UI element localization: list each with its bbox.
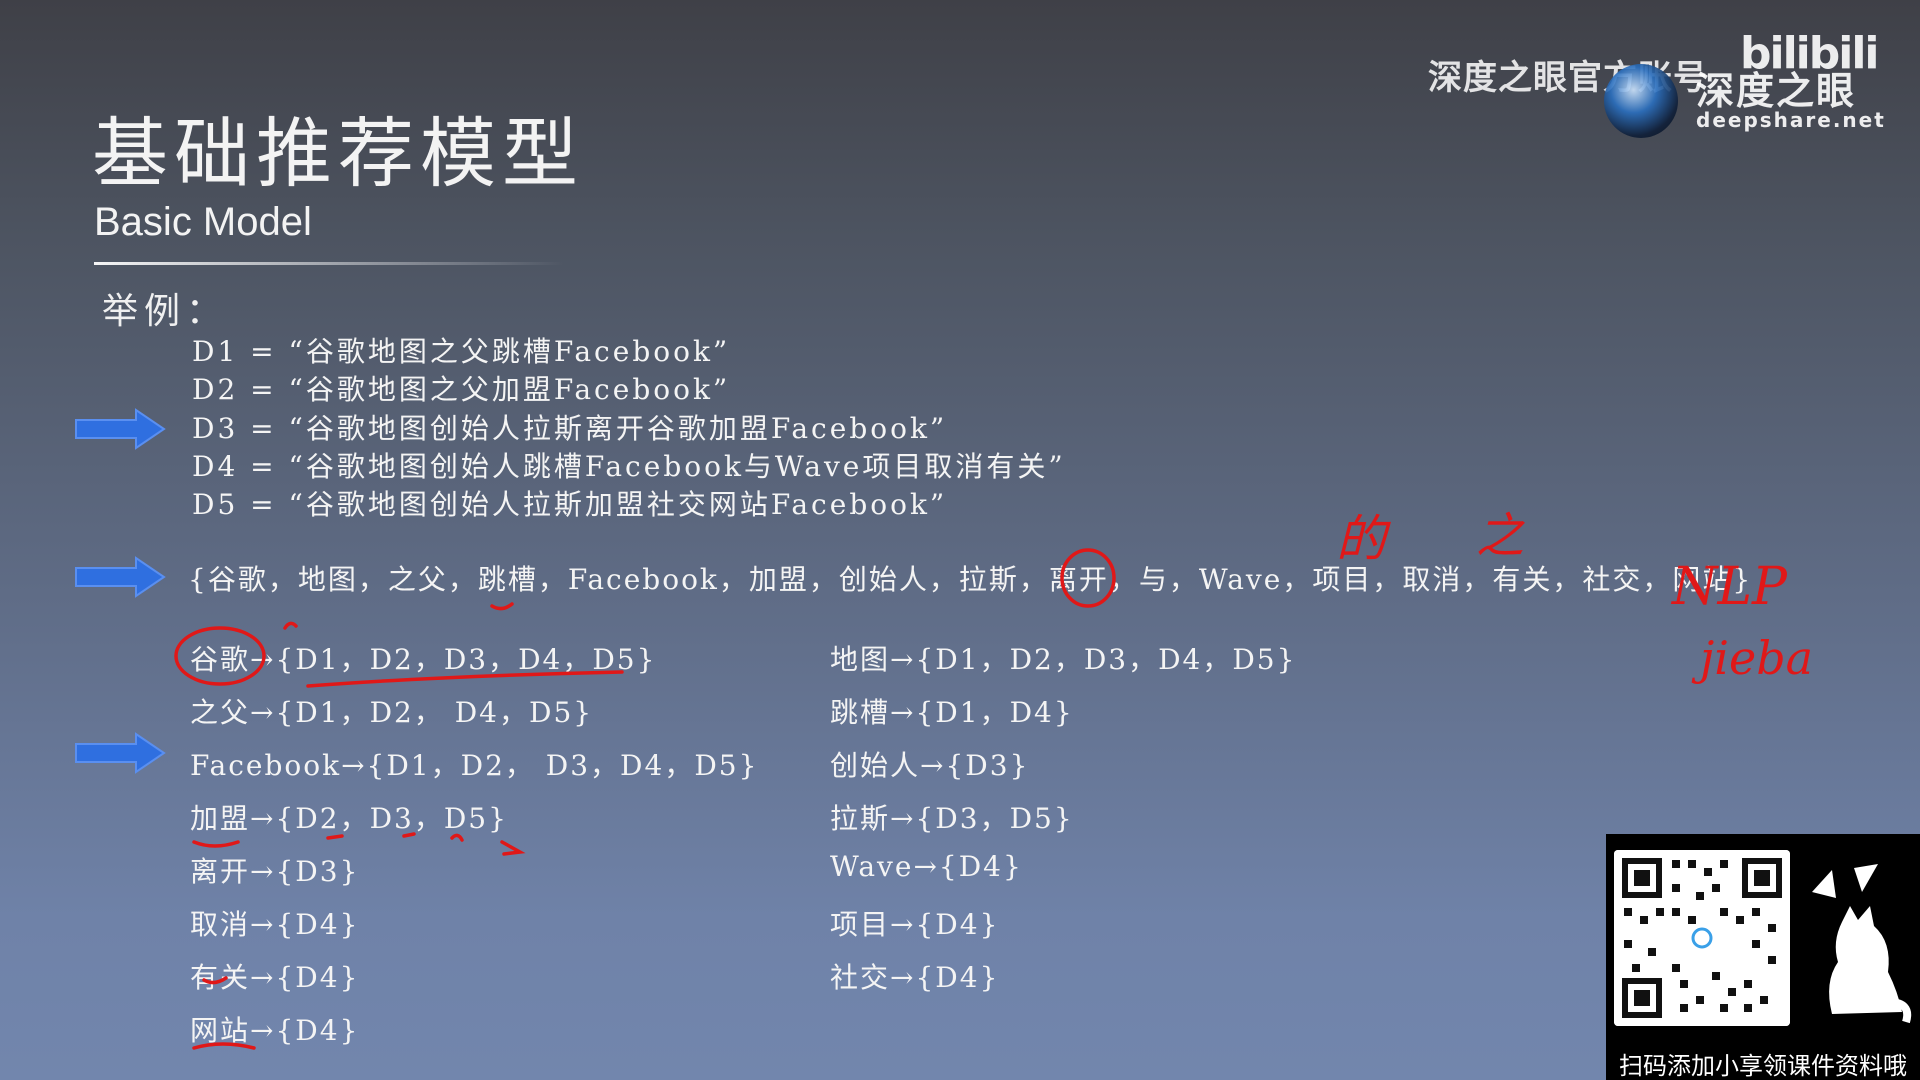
document-line: D1 = “谷歌地图之父跳槽Facebook” [192,335,731,368]
bilibili-logo: bilibili [1740,28,1879,79]
cat-mascot-icon [1812,864,1912,1024]
index-term: 网站 [190,1014,251,1047]
index-doc-set: {D1，D2， D4，D5} [275,696,594,729]
mapping-arrow: → [890,643,916,676]
mapping-arrow: → [890,961,916,994]
handwritten-note: 之 [1476,508,1525,564]
mapping-arrow: → [341,749,367,782]
qr-code-icon [1614,850,1790,1026]
mapping-arrow: → [250,1014,276,1047]
index-term: 拉斯 [830,802,891,835]
index-term: 创始人 [830,749,921,782]
index-doc-set: {D1，D4} [915,696,1074,729]
index-row: 有关→{D4} [190,956,359,996]
index-term: 离开 [190,855,251,888]
index-term: 项目 [830,908,891,941]
index-doc-set: {D3} [945,749,1030,782]
mapping-arrow: → [890,696,916,729]
title-underline [94,262,564,265]
index-row: Wave→{D4} [830,850,1023,883]
index-doc-set: {D4} [275,908,360,941]
tick-mark [283,621,298,630]
slide-title: 基础推荐模型 [92,109,584,198]
index-doc-set: {D3，D5} [915,802,1074,835]
index-row: Facebook→{D1，D2， D3，D4，D5} [190,744,758,784]
index-doc-set: {D4} [275,1014,360,1047]
mapping-arrow: → [250,908,276,941]
index-term: Facebook [190,749,342,782]
index-row: 网站→{D4} [190,1009,359,1049]
example-label: 举例： [102,291,229,332]
qr-promo-panel: 扫码添加小享领课件资料哦 [1606,834,1920,1080]
document-line: D3 = “谷歌地图创始人拉斯离开谷歌加盟Facebook” [192,412,948,445]
pointer-arrow-icon [75,408,166,450]
index-row: 谷歌→{D1，D2，D3，D4，D5} [190,638,656,678]
index-doc-set: {D1，D2， D3，D4，D5} [366,749,759,782]
index-row: 之父→{D1，D2， D4，D5} [190,691,593,731]
index-doc-set: {D2，D3，D5} [275,802,508,835]
index-term: 跳槽 [830,696,891,729]
index-doc-set: {D4} [915,908,1000,941]
mapping-arrow: → [250,696,276,729]
document-line: D4 = “谷歌地图创始人跳槽Facebook与Wave项目取消有关” [192,450,1066,483]
deepshare-logo-icon [1604,64,1678,138]
index-doc-set: {D4} [915,961,1000,994]
index-row: 项目→{D4} [830,903,999,943]
index-term: 社交 [830,961,891,994]
index-doc-set: {D1，D2，D3，D4，D5} [915,643,1297,676]
mapping-arrow: → [913,850,939,883]
index-row: 创始人→{D3} [830,744,1029,784]
index-row: 离开→{D3} [190,850,359,890]
index-row: 跳槽→{D1，D4} [830,691,1074,731]
slide-subtitle: Basic Model [94,200,312,244]
index-term: 地图 [830,643,891,676]
index-doc-set: {D1，D2，D3，D4，D5} [275,643,657,676]
mapping-arrow: → [890,908,916,941]
handwritten-note: jieba [1691,631,1813,685]
mapping-arrow: → [890,802,916,835]
index-row: 拉斯→{D3，D5} [830,797,1074,837]
logo-url: deepshare.net [1696,108,1886,132]
index-term: 之父 [190,696,251,729]
index-row: 地图→{D1，D2，D3，D4，D5} [830,638,1296,678]
tick-mark [490,602,514,611]
mapping-arrow: → [250,643,276,676]
index-term: 谷歌 [190,643,251,676]
mapping-arrow: → [250,855,276,888]
index-doc-set: {D4} [275,961,360,994]
index-row: 取消→{D4} [190,903,359,943]
qr-caption: 扫码添加小享领课件资料哦 [1619,1052,1907,1080]
index-row: 加盟→{D2，D3，D5} [190,797,508,837]
underline-mark [192,840,240,848]
slide: 基础推荐模型 Basic Model 举例： D1 = “谷歌地图之父跳槽Fac… [0,0,1920,1080]
index-term: Wave [830,850,914,883]
pointer-arrow-icon [75,732,166,774]
index-doc-set: {D3} [275,855,360,888]
mapping-arrow: → [920,749,946,782]
vocabulary-set: {谷歌，地图，之父，跳槽，Facebook，加盟，创始人，拉斯，离开，与，Wav… [188,563,1753,596]
document-line: D2 = “谷歌地图之父加盟Facebook” [192,373,731,406]
index-doc-set: {D4} [938,850,1023,883]
index-term: 有关 [190,961,251,994]
index-term: 取消 [190,908,251,941]
index-row: 社交→{D4} [830,956,999,996]
index-term: 加盟 [190,802,251,835]
mapping-arrow: → [250,961,276,994]
document-line: D5 = “谷歌地图创始人拉斯加盟社交网站Facebook” [192,488,948,521]
mapping-arrow: → [250,802,276,835]
pointer-arrow-icon [75,556,166,598]
tick-mark [500,840,526,856]
